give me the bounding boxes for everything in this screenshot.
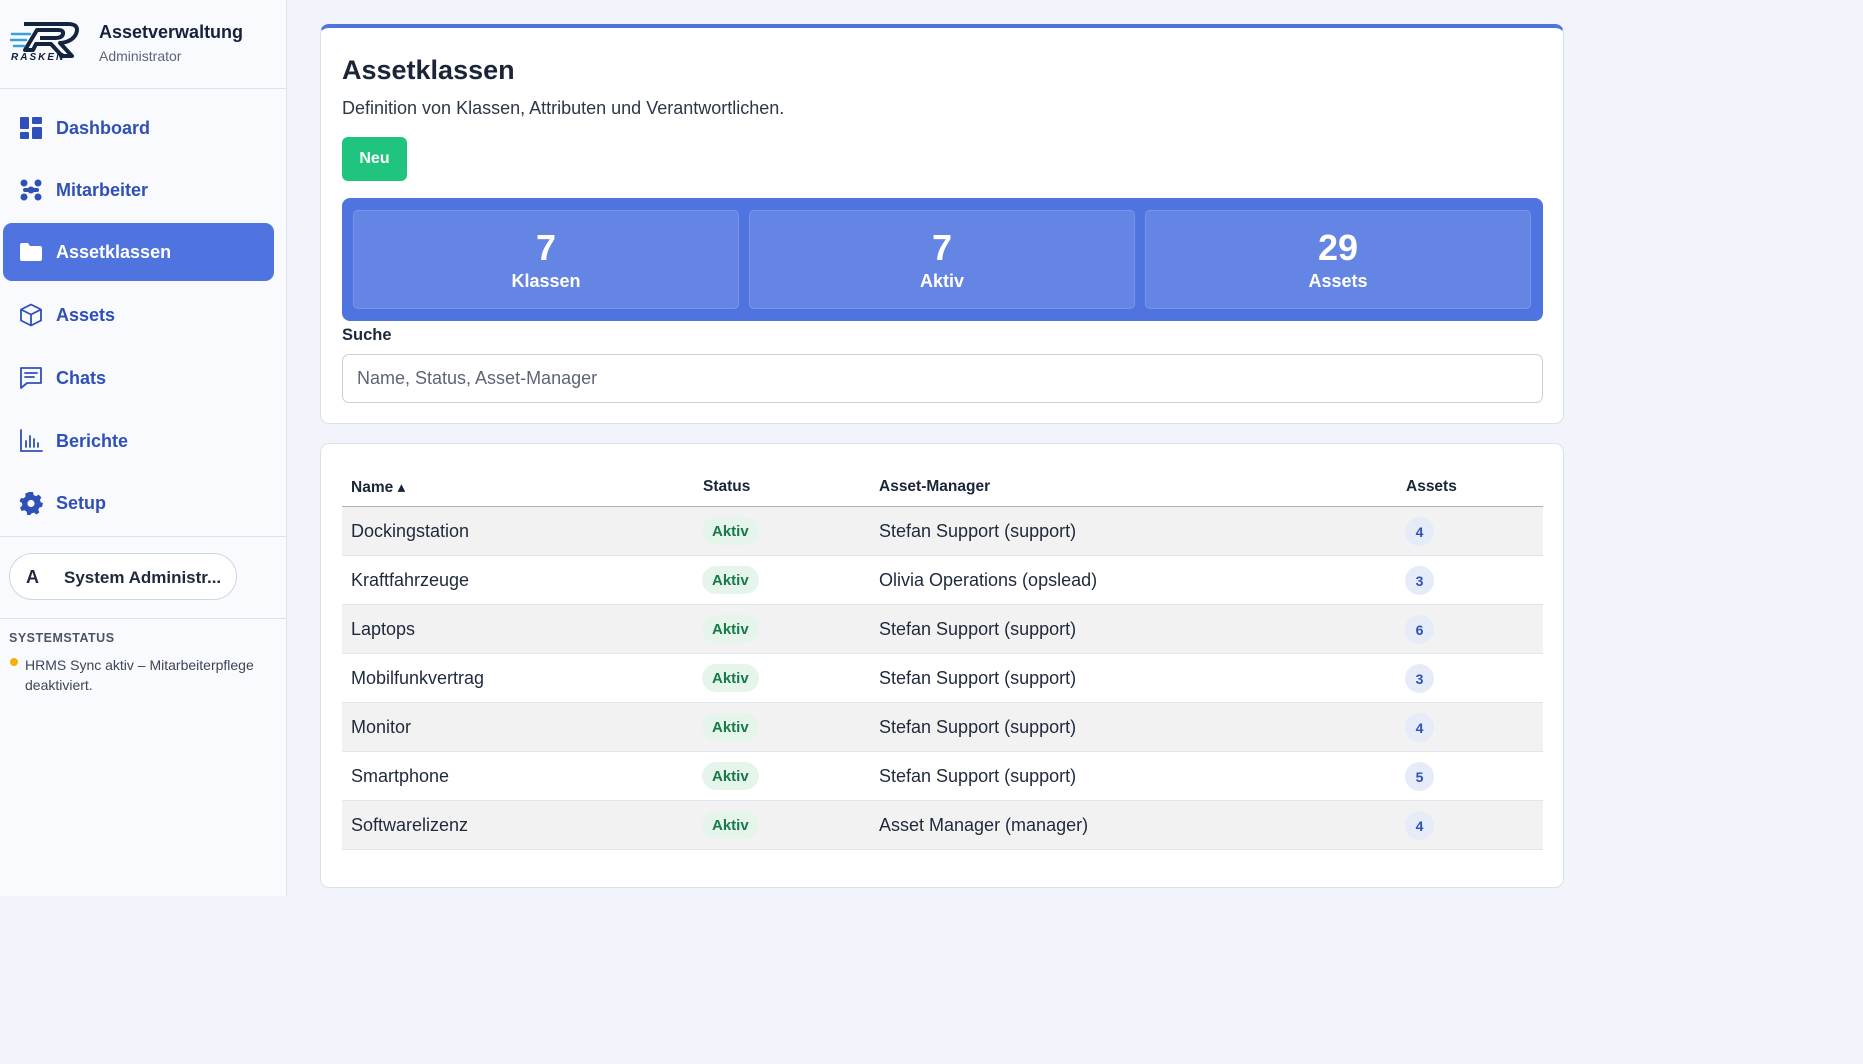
page-subtitle: Definition von Klassen, Attributen und V… [342, 98, 785, 118]
stat-card-assets: 29 Assets [1145, 210, 1531, 309]
column-header-assets[interactable]: Assets [1406, 478, 1457, 496]
table-row[interactable]: Mobilfunkvertrag Aktiv Stefan Support (s… [342, 654, 1543, 703]
user-role: Administrator [99, 48, 182, 64]
sidebar-item-label: Assetklassen [56, 241, 172, 262]
system-status-title: SYSTEMSTATUS [9, 631, 115, 645]
status-badge: Aktiv [702, 566, 759, 594]
cell-asset-manager: Stefan Support (support) [879, 766, 1077, 786]
asset-classes-table: Name ▴ Status Asset-Manager Assets Docki… [320, 443, 1564, 888]
cell-asset-manager: Asset Manager (manager) [879, 815, 1089, 835]
table-row[interactable]: Smartphone Aktiv Stefan Support (support… [342, 752, 1543, 801]
cell-asset-manager: Olivia Operations (opslead) [879, 570, 1098, 590]
new-button[interactable]: Neu [342, 137, 407, 181]
chat-icon [20, 367, 42, 389]
asset-count-badge: 3 [1405, 566, 1434, 595]
sidebar-item-label: Setup [56, 492, 107, 513]
cell-asset-manager: Stefan Support (support) [879, 521, 1077, 541]
column-header-status[interactable]: Status [703, 478, 750, 496]
stat-label: Klassen [511, 271, 581, 291]
table-row[interactable]: Dockingstation Aktiv Stefan Support (sup… [342, 507, 1543, 556]
user-name: System Administr... [64, 568, 222, 587]
stat-label: Assets [1308, 271, 1368, 291]
cell-asset-manager: Stefan Support (support) [879, 619, 1077, 639]
stat-value: 7 [535, 227, 557, 268]
people-icon [20, 179, 42, 201]
dashboard-icon [20, 117, 42, 139]
cell-name: Kraftfahrzeuge [351, 570, 470, 590]
page-title: Assetklassen [342, 55, 515, 85]
sidebar-item-berichte[interactable]: Berichte [3, 412, 274, 470]
divider [0, 536, 287, 537]
brand-header: RASKEN Assetverwaltung Administrator [0, 0, 286, 89]
asset-count-badge: 6 [1405, 615, 1434, 644]
asset-count-badge: 3 [1405, 664, 1434, 693]
sidebar-item-assetklassen[interactable]: Assetklassen [3, 223, 274, 281]
search-input[interactable] [342, 354, 1543, 403]
status-badge: Aktiv [702, 615, 759, 643]
stat-value: 7 [931, 227, 953, 268]
asset-count-badge: 4 [1405, 517, 1434, 546]
gear-icon [19, 492, 43, 515]
sidebar-item-label: Berichte [56, 430, 129, 451]
sidebar-item-label: Chats [56, 367, 107, 388]
stat-label: Aktiv [919, 271, 964, 291]
table-row[interactable]: Kraftfahrzeuge Aktiv Olivia Operations (… [342, 556, 1543, 605]
system-status-text: HRMS Sync aktiv – Mitarbeiterpflege deak… [25, 657, 254, 693]
cube-icon [20, 303, 42, 327]
divider [0, 618, 287, 619]
sidebar-item-label: Dashboard [56, 117, 151, 138]
column-header-asset-manager[interactable]: Asset-Manager [879, 478, 990, 496]
cell-asset-manager: Stefan Support (support) [879, 717, 1077, 737]
user-menu-button[interactable]: A System Administr... [9, 553, 237, 600]
sidebar-item-chats[interactable]: Chats [3, 349, 274, 407]
status-badge: Aktiv [702, 517, 759, 545]
cell-name: Mobilfunkvertrag [351, 668, 485, 688]
search-label: Suche [342, 326, 392, 344]
asset-count-badge: 4 [1405, 811, 1434, 840]
stat-value: 29 [1317, 227, 1359, 268]
status-badge: Aktiv [702, 664, 759, 692]
table-row[interactable]: Softwarelizenz Aktiv Asset Manager (mana… [342, 801, 1543, 850]
sidebar-item-assets[interactable]: Assets [3, 286, 274, 344]
cell-name: Smartphone [351, 766, 450, 786]
asset-count-badge: 5 [1405, 762, 1434, 791]
app-title: Assetverwaltung [99, 22, 244, 42]
bar-chart-icon [20, 429, 43, 452]
status-badge: Aktiv [702, 762, 759, 790]
table-row[interactable]: Monitor Aktiv Stefan Support (support) 4 [342, 703, 1543, 752]
asset-count-badge: 4 [1405, 713, 1434, 742]
table-header: Name ▴ Status Asset-Manager Assets [342, 472, 1543, 507]
stats-panel: 7 Klassen 7 Aktiv 29 Assets [342, 198, 1543, 321]
status-badge: Aktiv [702, 811, 759, 839]
column-header-name[interactable]: Name ▴ [351, 478, 405, 497]
sidebar-item-mitarbeiter[interactable]: Mitarbeiter [3, 161, 274, 219]
sidebar-item-label: Assets [56, 304, 116, 325]
logo-wordmark: RASKEN [11, 52, 66, 63]
sidebar-item-label: Mitarbeiter [56, 179, 149, 200]
cell-asset-manager: Stefan Support (support) [879, 668, 1077, 688]
cell-name: Monitor [351, 717, 412, 737]
cell-name: Laptops [351, 619, 416, 639]
cell-name: Softwarelizenz [351, 815, 469, 835]
header-card: Assetklassen Definition von Klassen, Att… [320, 24, 1564, 424]
sidebar: RASKEN Assetverwaltung Administrator Das… [0, 0, 287, 896]
status-badge: Aktiv [702, 713, 759, 741]
sidebar-item-dashboard[interactable]: Dashboard [3, 99, 274, 157]
stat-card-aktiv: 7 Aktiv [749, 210, 1135, 309]
folder-icon [20, 243, 42, 261]
status-dot-icon [10, 658, 18, 666]
cell-name: Dockingstation [351, 521, 470, 541]
avatar: A [26, 567, 39, 587]
stat-card-klassen: 7 Klassen [353, 210, 739, 309]
sidebar-item-setup[interactable]: Setup [3, 474, 274, 532]
table-row[interactable]: Laptops Aktiv Stefan Support (support) 6 [342, 605, 1543, 654]
